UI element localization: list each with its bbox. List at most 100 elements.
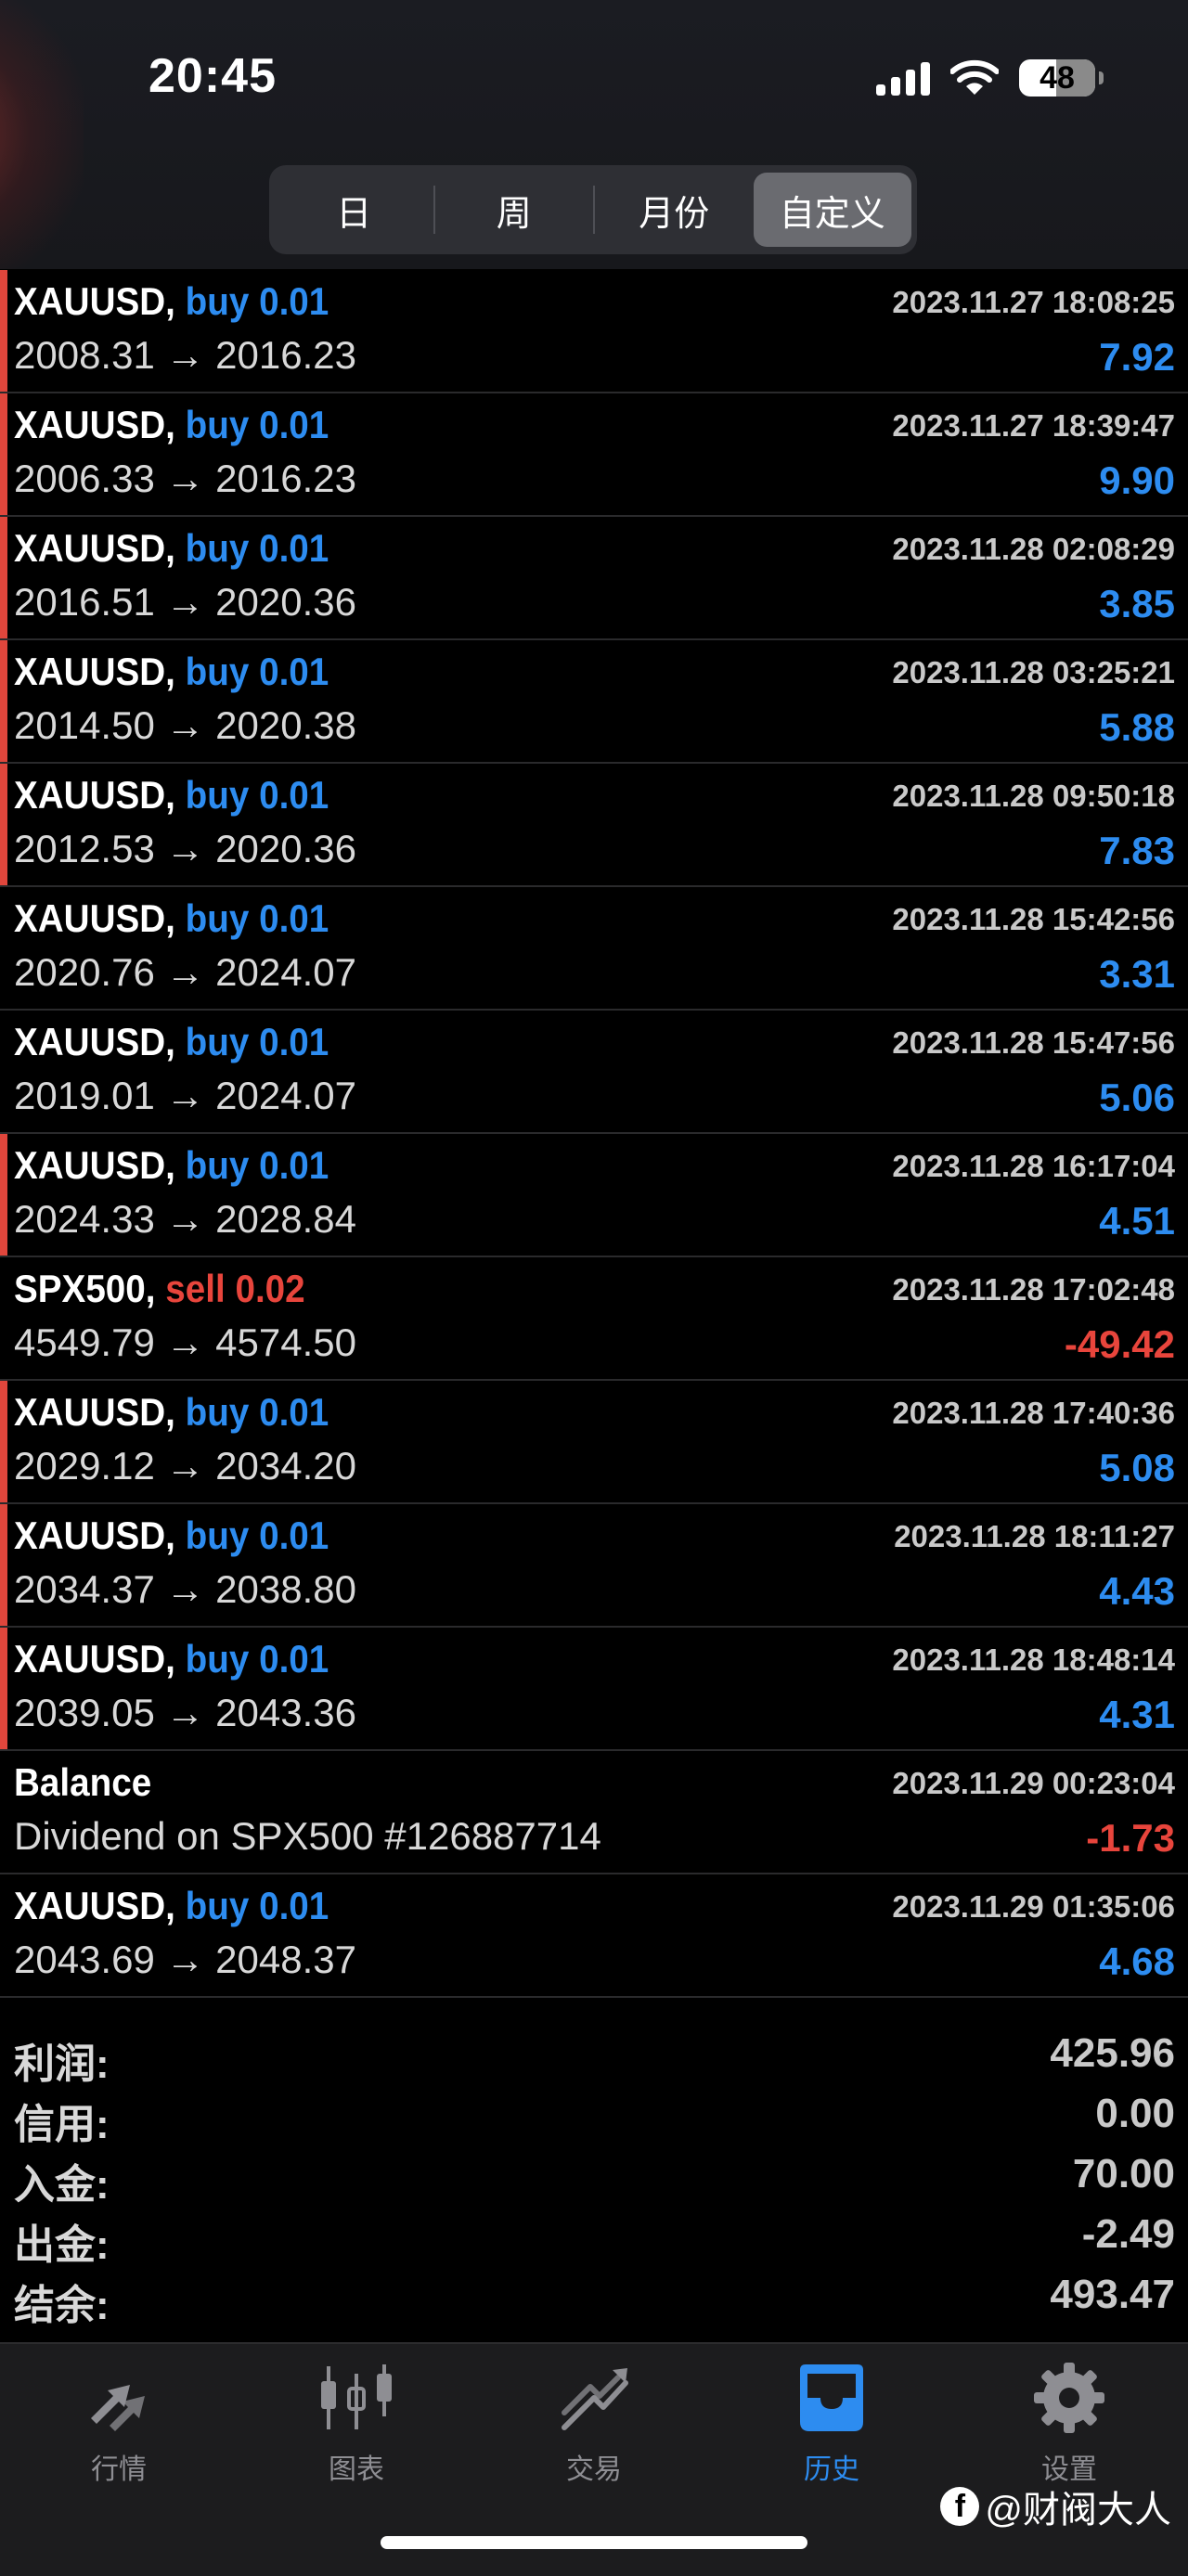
deal-row[interactable]: XAUUSD, buy 0.01 2006.33 → 2016.23 2023.11…	[0, 393, 1188, 517]
summary-value: 425.96	[1050, 2030, 1175, 2076]
deal-profit: 7.92	[1099, 335, 1175, 379]
deal-symbol: SPX500, sell 0.02	[14, 1267, 305, 1311]
deal-datetime: 2023.11.27 18:39:47	[892, 408, 1175, 443]
symbol-name: SPX500,	[14, 1267, 156, 1310]
trade-side: buy 0.01	[185, 896, 329, 940]
symbol-name: XAUUSD,	[14, 1143, 175, 1187]
facebook-logo-icon: f	[940, 2487, 980, 2526]
summary-credit: 信用: 0.00	[0, 2083, 1188, 2147]
closed-by-flag	[0, 270, 7, 392]
deal-prices: 2039.05 → 2043.36	[14, 1691, 356, 1734]
tab-quotes[interactable]: 行情	[45, 2361, 193, 2500]
deal-symbol: XAUUSD, buy 0.01	[14, 650, 329, 694]
trade-side: buy 0.01	[185, 279, 329, 323]
summary-label: 利润:	[14, 2041, 110, 2087]
symbol-name: Balance	[14, 1760, 152, 1804]
tab-trade[interactable]: 交易	[520, 2361, 668, 2500]
deal-datetime: 2023.11.28 17:02:48	[892, 1272, 1175, 1307]
deal-prices: 2014.50 → 2020.38	[14, 703, 356, 747]
deal-datetime: 2023.11.28 18:48:14	[892, 1642, 1175, 1677]
deal-profit: -49.42	[1064, 1322, 1175, 1366]
deal-prices: 4549.79 → 4574.50	[14, 1320, 356, 1364]
deal-row[interactable]: XAUUSD, buy 0.01 2016.51 → 2020.36 2023.11…	[0, 517, 1188, 640]
deal-datetime: 2023.11.28 09:50:18	[892, 779, 1175, 813]
deal-prices: 2043.69 → 2048.37	[14, 1938, 356, 1981]
closed-by-flag	[0, 1134, 7, 1256]
deal-history-list: XAUUSD, buy 0.01 2008.31 → 2016.23 2023.11…	[0, 270, 1188, 1998]
deal-row[interactable]: XAUUSD, buy 0.01 2019.01 → 2024.07 2023.11…	[0, 1011, 1188, 1134]
summary-label: 信用:	[14, 2102, 110, 2147]
symbol-name: XAUUSD,	[14, 403, 175, 446]
watermark: f @财阀大人	[940, 2479, 1171, 2533]
deal-datetime: 2023.11.28 03:25:21	[892, 655, 1175, 689]
trade-side: buy 0.01	[185, 1020, 329, 1063]
deal-symbol: XAUUSD, buy 0.01	[14, 279, 329, 324]
tab-label: 历史	[804, 2454, 859, 2485]
deal-prices: 2016.51 → 2020.36	[14, 580, 356, 624]
status-icons: 48	[876, 58, 1104, 98]
trade-side: buy 0.01	[185, 403, 329, 446]
deal-row[interactable]: XAUUSD, buy 0.01 2008.31 → 2016.23 2023.11…	[0, 270, 1188, 393]
deal-prices: 2029.12 → 2034.20	[14, 1444, 356, 1488]
trade-side: sell 0.02	[165, 1267, 305, 1310]
deal-profit: 3.31	[1099, 952, 1175, 996]
deal-symbol: XAUUSD, buy 0.01	[14, 1390, 329, 1435]
deal-row[interactable]: XAUUSD, buy 0.01 2020.76 → 2024.07 2023.11…	[0, 887, 1188, 1011]
tab-label: 交易	[566, 2454, 622, 2485]
deal-row[interactable]: SPX500, sell 0.02 4549.79 → 4574.50 2023.1…	[0, 1257, 1188, 1381]
account-summary: 利润: 425.96 信用: 0.00 入金: 70.00 出金: -2.49 …	[0, 2023, 1188, 2328]
tab-chart[interactable]: 图表	[282, 2361, 431, 2500]
summary-value: 0.00	[1095, 2091, 1175, 2136]
tab-label: 图表	[329, 2454, 384, 2485]
top-header: 20:45 48 日 周 月份 自定义	[0, 0, 1188, 269]
deal-profit: -1.73	[1086, 1816, 1175, 1860]
deal-row[interactable]: XAUUSD, buy 0.01 2039.05 → 2043.36 2023.11…	[0, 1628, 1188, 1751]
tab-week[interactable]: 周	[435, 173, 594, 247]
deal-row[interactable]: XAUUSD, buy 0.01 2012.53 → 2020.36 2023.11…	[0, 764, 1188, 887]
closed-by-flag	[0, 764, 7, 885]
deal-row[interactable]: XAUUSD, buy 0.01 2024.33 → 2028.84 2023.11…	[0, 1134, 1188, 1257]
red-glow-decoration	[0, 0, 84, 269]
deal-row[interactable]: XAUUSD, buy 0.01 2029.12 → 2034.20 2023.11…	[0, 1381, 1188, 1504]
deal-datetime: 2023.11.28 15:42:56	[892, 902, 1175, 936]
deal-datetime: 2023.11.29 01:35:06	[892, 1889, 1175, 1924]
deal-datetime: 2023.11.28 18:11:27	[894, 1519, 1175, 1553]
tab-custom[interactable]: 自定义	[753, 173, 911, 247]
deal-profit: 5.88	[1099, 705, 1175, 749]
summary-profit: 利润: 425.96	[0, 2023, 1188, 2087]
deal-prices: Dividend on SPX500 #126887714	[14, 1814, 601, 1858]
status-time: 20:45	[148, 49, 277, 103]
tab-month[interactable]: 月份	[595, 173, 754, 247]
closed-by-flag	[0, 393, 7, 515]
deal-prices: 2012.53 → 2020.36	[14, 827, 356, 870]
trade-side: buy 0.01	[185, 1513, 329, 1557]
trade-side: buy 0.01	[185, 526, 329, 570]
deal-row[interactable]: XAUUSD, buy 0.01 2043.69 → 2048.37 2023.11…	[0, 1874, 1188, 1998]
tab-day[interactable]: 日	[275, 173, 433, 247]
summary-label: 结余:	[14, 2283, 110, 2328]
deal-row[interactable]: XAUUSD, buy 0.01 2014.50 → 2020.38 2023.11…	[0, 640, 1188, 764]
deal-row[interactable]: Balance Dividend on SPX500 #126887714 2023…	[0, 1751, 1188, 1874]
deal-profit: 4.68	[1099, 1939, 1175, 1983]
quotes-icon	[91, 2385, 145, 2431]
deal-profit: 4.31	[1099, 1693, 1175, 1736]
deal-prices: 2006.33 → 2016.23	[14, 457, 356, 500]
deal-row[interactable]: XAUUSD, buy 0.01 2034.37 → 2038.80 2023.11…	[0, 1504, 1188, 1628]
deal-prices: 2019.01 → 2024.07	[14, 1074, 356, 1117]
battery-icon: 48	[1019, 59, 1104, 97]
deal-profit: 3.85	[1099, 582, 1175, 625]
deal-symbol: XAUUSD, buy 0.01	[14, 773, 329, 818]
closed-by-flag	[0, 1381, 7, 1502]
deal-datetime: 2023.11.28 16:17:04	[892, 1149, 1175, 1183]
watermark-text: @财阀大人	[985, 2490, 1171, 2531]
tab-label: 行情	[91, 2454, 147, 2485]
deal-symbol: XAUUSD, buy 0.01	[14, 1513, 329, 1558]
symbol-name: XAUUSD,	[14, 1884, 175, 1927]
deal-symbol: XAUUSD, buy 0.01	[14, 1143, 329, 1188]
home-indicator	[381, 2536, 807, 2549]
deal-datetime: 2023.11.28 17:40:36	[892, 1396, 1175, 1430]
period-selector: 日 周 月份 自定义	[269, 165, 917, 254]
tab-history[interactable]: 历史	[757, 2361, 906, 2500]
symbol-name: XAUUSD,	[14, 650, 175, 693]
history-icon	[800, 2364, 863, 2431]
